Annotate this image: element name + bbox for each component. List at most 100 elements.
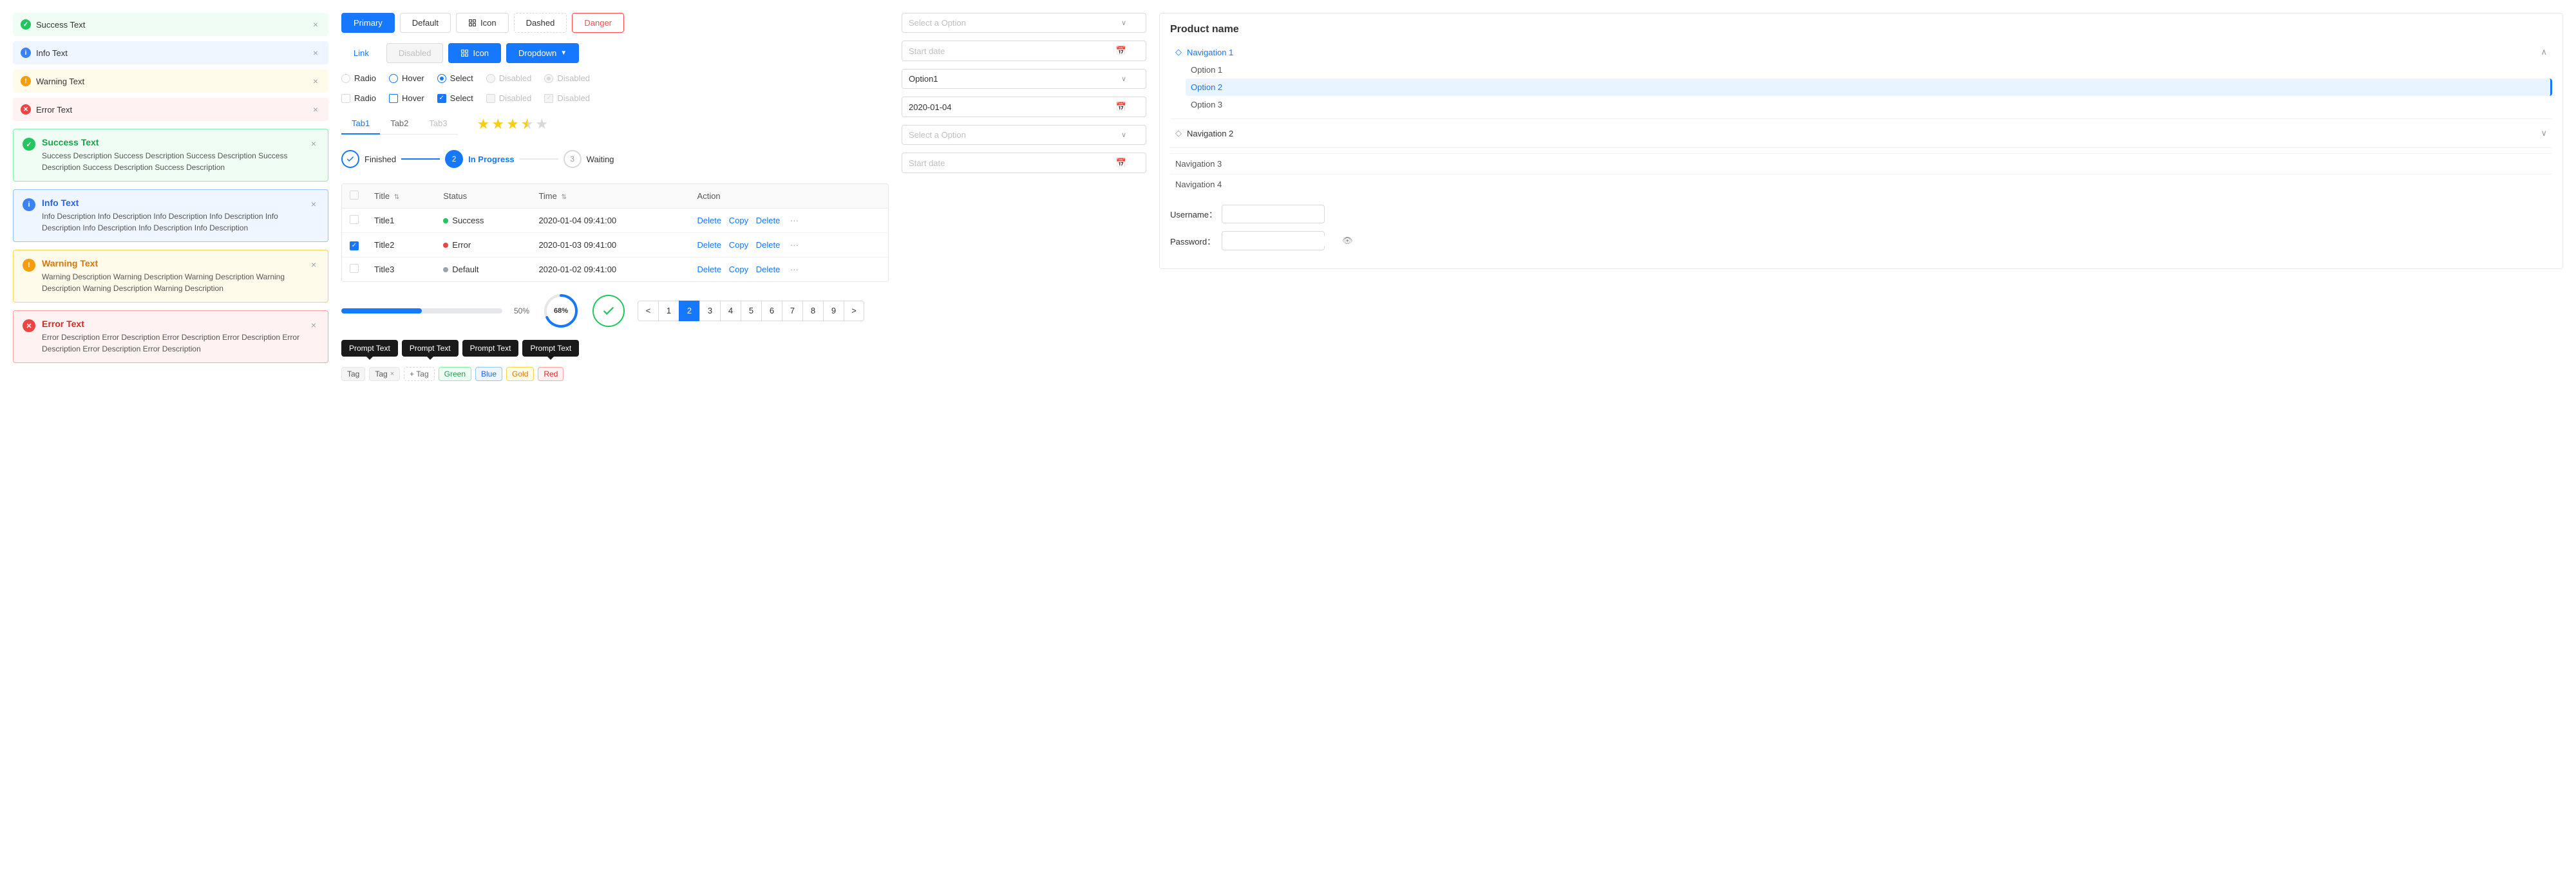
nav-option-3[interactable]: Option 3 <box>1186 96 2552 113</box>
select-box-3[interactable]: Select a Option ∨ <box>902 125 1146 145</box>
tab-1[interactable]: Tab1 <box>341 113 380 135</box>
stars-rating[interactable]: ★ ★ ★ ★ ★ ★ <box>477 116 549 133</box>
row2-delete1[interactable]: Delete <box>697 240 722 250</box>
eye-icon[interactable]: 👁 <box>1342 236 1353 246</box>
row3-copy[interactable]: Copy <box>729 265 748 274</box>
progress-label: 50% <box>514 306 529 315</box>
data-table: Title ⇅ Status Time ⇅ Action Title1 Succ… <box>341 183 889 282</box>
page-2-button[interactable]: 2 <box>679 301 699 321</box>
select-box-2[interactable]: Option1 ∨ <box>902 69 1146 89</box>
row1-delete2[interactable]: Delete <box>756 216 781 225</box>
checkbox-hover[interactable]: Hover <box>389 93 424 103</box>
username-input[interactable] <box>1222 205 1325 223</box>
page-6-button[interactable]: 6 <box>761 301 782 321</box>
tooltip-4[interactable]: Prompt Text <box>522 340 579 357</box>
tooltip-1[interactable]: Prompt Text <box>341 340 398 357</box>
page-3-button[interactable]: 3 <box>699 301 720 321</box>
radio-unchecked[interactable]: Radio <box>341 73 376 83</box>
row1-copy[interactable]: Copy <box>729 216 748 225</box>
nav-section-3[interactable]: Navigation 3 <box>1170 153 2552 174</box>
alert-close[interactable]: × <box>310 18 321 31</box>
radio-unchecked-circle <box>341 74 350 83</box>
nav-section-4[interactable]: Navigation 4 <box>1170 174 2552 194</box>
checkbox-label: Radio <box>354 93 376 103</box>
row3-more[interactable]: ··· <box>790 265 799 274</box>
select-3[interactable]: Select a Option ∨ <box>902 125 1146 145</box>
select-box-1[interactable]: Select a Option ∨ <box>902 13 1146 33</box>
row1-delete1[interactable]: Delete <box>697 216 722 225</box>
date-box-1[interactable]: Start date 📅 <box>902 41 1146 61</box>
page-8-button[interactable]: 8 <box>802 301 823 321</box>
page-1-button[interactable]: 1 <box>658 301 679 321</box>
password-input[interactable] <box>1229 236 1342 246</box>
nav-section-2-label: Navigation 2 <box>1187 129 1233 138</box>
row1-more[interactable]: ··· <box>790 216 799 225</box>
alert-close[interactable]: × <box>310 75 321 88</box>
dashed-button[interactable]: Dashed <box>514 13 567 33</box>
select-2[interactable]: Option1 ∨ <box>902 69 1146 89</box>
default-button[interactable]: Default <box>400 13 451 33</box>
next-page-button[interactable]: > <box>844 301 864 321</box>
table-select-all[interactable] <box>350 191 359 200</box>
checkbox-selected[interactable]: ✓ Select <box>437 93 473 103</box>
alert-close[interactable]: × <box>308 258 319 271</box>
tooltip-2[interactable]: Prompt Text <box>402 340 459 357</box>
radio-disabled-checked: Disabled <box>544 73 590 83</box>
date-box-2[interactable]: 2020-01-04 📅 <box>902 97 1146 117</box>
sort-icon[interactable]: ⇅ <box>394 194 399 201</box>
nav-option-2[interactable]: Option 2 <box>1186 79 2552 96</box>
alert-info-text: Info Text <box>36 48 68 58</box>
alert-close[interactable]: × <box>308 198 319 210</box>
row2-checkbox[interactable]: ✓ <box>350 241 359 250</box>
primary-button[interactable]: Primary <box>341 13 395 33</box>
alert-info-detailed: i Info Text Info Description Info Descri… <box>13 189 328 242</box>
page-4-button[interactable]: 4 <box>720 301 741 321</box>
select-placeholder-1: Select a Option <box>909 18 966 28</box>
nav-section-1-header[interactable]: ◇ Navigation 1 ∧ <box>1170 43 2552 61</box>
checkbox-disabled-checked-label: Disabled <box>557 93 590 103</box>
link-button[interactable]: Link <box>341 43 381 63</box>
row2-copy[interactable]: Copy <box>729 240 748 250</box>
page-5-button[interactable]: 5 <box>741 301 761 321</box>
radio-hover-circle <box>389 74 398 83</box>
select-1[interactable]: Select a Option ∨ <box>902 13 1146 33</box>
time-sort-icon[interactable]: ⇅ <box>561 194 566 201</box>
alert-warning-title: Warning Text <box>42 258 303 268</box>
date-box-3[interactable]: Start date 📅 <box>902 153 1146 173</box>
step-waiting-circle: 3 <box>564 150 582 168</box>
select-value-2: Option1 <box>909 74 938 84</box>
dropdown-button[interactable]: Dropdown ▼ <box>506 43 579 63</box>
nav-option-1[interactable]: Option 1 <box>1186 61 2552 79</box>
radio-selected[interactable]: Select <box>437 73 473 83</box>
danger-button[interactable]: Danger <box>572 13 624 33</box>
page-7-button[interactable]: 7 <box>782 301 802 321</box>
password-label: Password： <box>1170 235 1222 247</box>
tag-close-icon[interactable]: × <box>390 370 394 378</box>
alert-close[interactable]: × <box>308 137 319 150</box>
nav-section-2-header[interactable]: ◇ Navigation 2 ∨ <box>1170 124 2552 142</box>
star-4-half: ★ ★ <box>521 116 534 133</box>
tooltip-3[interactable]: Prompt Text <box>462 340 519 357</box>
alert-close[interactable]: × <box>308 319 319 331</box>
radio-hover[interactable]: Hover <box>389 73 424 83</box>
date-2[interactable]: 2020-01-04 📅 <box>902 97 1146 117</box>
alert-close[interactable]: × <box>310 103 321 116</box>
date-3[interactable]: Start date 📅 <box>902 153 1146 173</box>
prev-page-button[interactable]: < <box>638 301 658 321</box>
date-1[interactable]: Start date 📅 <box>902 41 1146 61</box>
chevron-down-icon-2: ∨ <box>1121 75 1126 83</box>
tag-add-button[interactable]: + Tag <box>404 367 434 381</box>
page-9-button[interactable]: 9 <box>823 301 844 321</box>
row3-delete2[interactable]: Delete <box>756 265 781 274</box>
row3-checkbox[interactable] <box>350 264 359 273</box>
row2-delete2[interactable]: Delete <box>756 240 781 250</box>
row1-checkbox[interactable] <box>350 215 359 224</box>
step-waiting: 3 Waiting <box>564 150 614 168</box>
checkbox-unchecked[interactable]: Radio <box>341 93 376 103</box>
icon-blue-button[interactable]: Icon <box>448 43 501 63</box>
row3-delete1[interactable]: Delete <box>697 265 722 274</box>
tab-2[interactable]: Tab2 <box>380 113 419 135</box>
icon-button[interactable]: Icon <box>456 13 509 33</box>
row2-more[interactable]: ··· <box>790 240 799 250</box>
alert-close[interactable]: × <box>310 46 321 59</box>
